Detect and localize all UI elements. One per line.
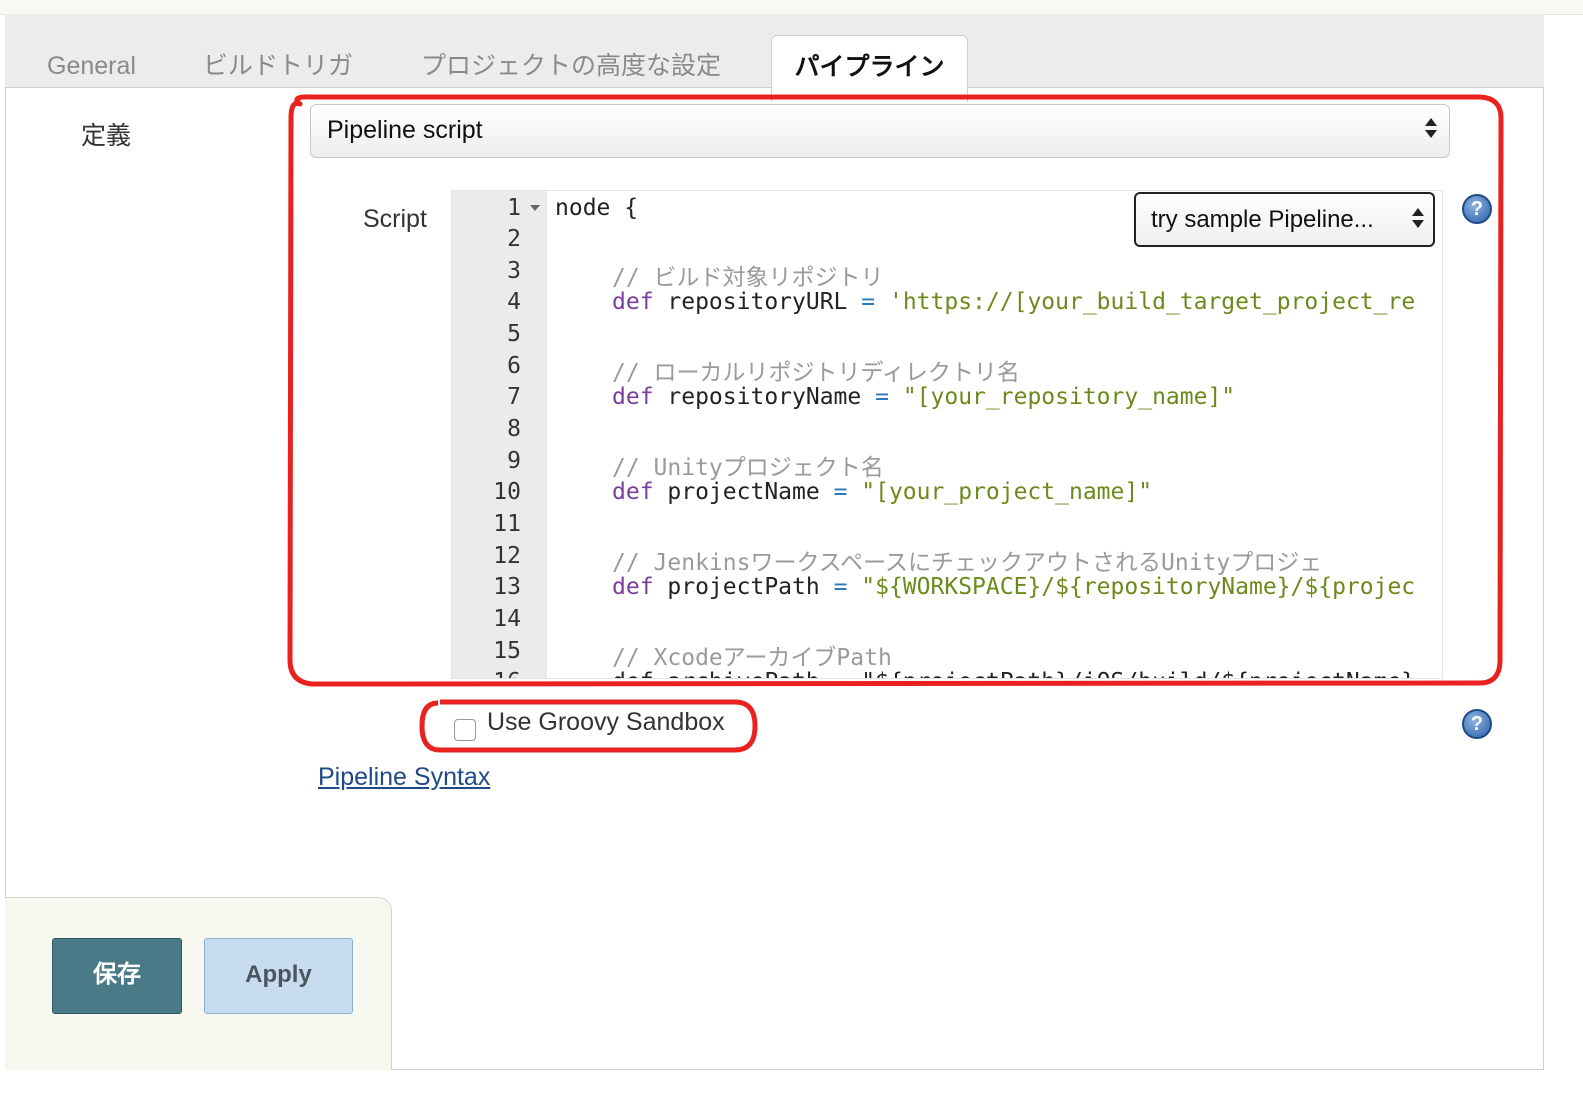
try-sample-pipeline-select[interactable]: try sample Pipeline... [1134,192,1435,247]
apply-button[interactable]: Apply [204,938,353,1014]
line-number: 11 [493,511,521,537]
code-line-4: def repositoryURL = 'https://[your_build… [612,289,1416,315]
use-groovy-sandbox-checkbox[interactable] [454,719,476,741]
line-number: 12 [493,543,521,569]
line-number: 2 [507,226,521,252]
line-number: 14 [493,606,521,632]
top-strip [0,0,1583,15]
line-number: 9 [507,448,521,474]
tab-bar: General ビルドトリガ プロジェクトの高度な設定 パイプライン [5,14,1544,102]
line-number-gutter: 1 2 3 4 5 6 7 8 9 10 11 12 13 14 15 16 [452,191,547,678]
line-number: 8 [507,416,521,442]
line-number: 5 [507,321,521,347]
code-line-1: node { [555,195,639,221]
code-line-9: // Unityプロジェクト名 [612,455,884,481]
line-number: 15 [493,638,521,664]
line-number: 10 [493,479,521,505]
pipeline-syntax-link[interactable]: Pipeline Syntax [318,763,490,792]
line-number: 7 [507,384,521,410]
tab-general[interactable]: General [47,36,136,88]
sample-select-value: try sample Pipeline... [1151,206,1374,233]
code-line-7: def repositoryName = "[your_repository_n… [612,384,1236,410]
definition-select-value: Pipeline script [327,116,483,144]
code-line-13: def projectPath = "${WORKSPACE}/${reposi… [612,574,1416,600]
tab-pipeline[interactable]: パイプライン [771,35,968,102]
code-line-15: // XcodeアーカイブPath [612,645,892,671]
tab-advanced-project-options[interactable]: プロジェクトの高度な設定 [421,36,721,88]
line-number: 13 [493,574,521,600]
select-arrows-icon [1412,208,1426,228]
fold-arrow-icon[interactable] [530,205,540,211]
line-number: 1 [507,195,521,221]
use-groovy-sandbox-label: Use Groovy Sandbox [487,708,725,736]
save-button[interactable]: 保存 [52,938,182,1014]
definition-select[interactable]: Pipeline script [310,104,1450,158]
help-icon-sandbox[interactable]: ? [1462,709,1492,739]
line-number: 6 [507,353,521,379]
script-label: Script [363,205,427,233]
script-editor[interactable]: 1 2 3 4 5 6 7 8 9 10 11 12 13 14 15 16 n… [451,190,1443,679]
tab-build-triggers[interactable]: ビルドトリガ [203,36,353,88]
line-number: 16 [493,669,521,678]
line-number: 3 [507,258,521,284]
definition-label: 定義 [81,122,132,150]
select-arrows-icon [1425,118,1439,138]
code-line-6: // ローカルリポジトリディレクトリ名 [612,360,1020,386]
line-number: 4 [507,289,521,315]
help-icon-script[interactable]: ? [1462,194,1492,224]
code-line-12: // JenkinsワークスペースにチェックアウトされるUnityプロジェ [612,550,1323,576]
code-line-3: // ビルド対象リポジトリ [612,265,884,291]
code-line-10: def projectName = "[your_project_name]" [612,479,1153,505]
code-line-16: def archivePath = "${projectPath}/iOS/bu… [612,669,1415,678]
